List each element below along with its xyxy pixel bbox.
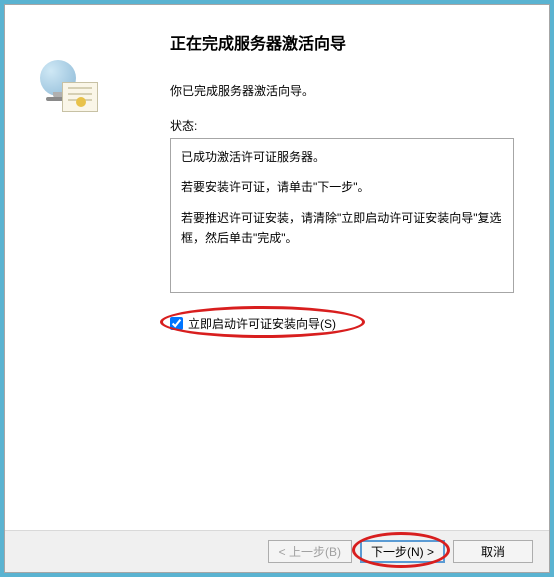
wizard-content: 正在完成服务器激活向导 你已完成服务器激活向导。 状态: 已成功激活许可证服务器… — [5, 5, 549, 530]
button-bar: < 上一步(B) 下一步(N) > 取消 — [5, 530, 549, 572]
status-line: 已成功激活许可证服务器。 — [181, 147, 503, 167]
checkbox-label: 立即启动许可证安装向导(S) — [188, 315, 336, 332]
back-button: < 上一步(B) — [268, 540, 352, 563]
start-install-wizard-checkbox-row[interactable]: 立即启动许可证安装向导(S) — [170, 315, 336, 332]
certificate-icon — [62, 82, 98, 112]
wizard-title: 正在完成服务器激活向导 — [170, 30, 514, 54]
wizard-window: 正在完成服务器激活向导 你已完成服务器激活向导。 状态: 已成功激活许可证服务器… — [4, 4, 550, 573]
cancel-button[interactable]: 取消 — [453, 540, 533, 563]
status-label: 状态: — [170, 117, 514, 134]
start-install-wizard-checkbox[interactable] — [170, 317, 183, 330]
next-button[interactable]: 下一步(N) > — [360, 540, 445, 563]
status-line: 若要推迟许可证安装，请清除"立即启动许可证安装向导"复选框，然后单击"完成"。 — [181, 208, 503, 249]
wizard-subtitle: 你已完成服务器激活向导。 — [170, 82, 514, 99]
status-textbox: 已成功激活许可证服务器。 若要安装许可证，请单击"下一步"。 若要推迟许可证安装… — [170, 138, 514, 293]
status-line: 若要安装许可证，请单击"下一步"。 — [181, 177, 503, 197]
wizard-graphic — [40, 60, 100, 120]
